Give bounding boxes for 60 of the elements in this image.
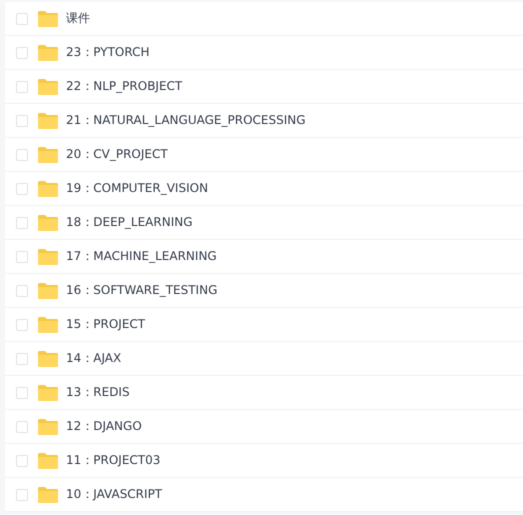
checkbox[interactable] xyxy=(16,80,28,92)
file-row[interactable]: 12：DJANGO xyxy=(5,410,523,444)
folder-icon xyxy=(38,10,58,26)
checkbox[interactable] xyxy=(16,488,28,500)
folder-icon xyxy=(38,180,58,196)
folder-icon xyxy=(38,384,58,400)
folder-icon xyxy=(38,214,58,230)
folder-name: 13：REDIS xyxy=(66,384,130,401)
file-row[interactable]: 15：PROJECT xyxy=(5,308,523,342)
checkbox[interactable] xyxy=(16,284,28,296)
folder-name: 23：PYTORCH xyxy=(66,44,150,61)
file-row[interactable]: 16：SOFTWARE_TESTING xyxy=(5,274,523,308)
folder-name: 15：PROJECT xyxy=(66,316,146,333)
file-row[interactable]: 18：DEEP_LEARNING xyxy=(5,206,523,240)
folder-icon xyxy=(38,146,58,162)
file-row[interactable]: 22：NLP_PROBJECT xyxy=(5,70,523,104)
folder-name: 20：CV_PROJECT xyxy=(66,146,168,163)
folder-icon xyxy=(38,248,58,264)
file-row[interactable]: 19：COMPUTER_VISION xyxy=(5,172,523,206)
folder-name: 18：DEEP_LEARNING xyxy=(66,214,193,231)
checkbox[interactable] xyxy=(16,454,28,466)
folder-icon xyxy=(38,350,58,366)
folder-name: 14：AJAX xyxy=(66,350,122,367)
checkbox[interactable] xyxy=(16,182,28,194)
folder-name: 22：NLP_PROBJECT xyxy=(66,78,182,95)
folder-name: 11：PROJECT03 xyxy=(66,452,160,469)
folder-icon xyxy=(38,78,58,94)
checkbox[interactable] xyxy=(16,216,28,228)
folder-name: 21：NATURAL_LANGUAGE_PROCESSING xyxy=(66,112,306,129)
folder-name: 19：COMPUTER_VISION xyxy=(66,180,208,197)
file-row[interactable]: 课件 xyxy=(5,2,523,36)
folder-name: 12：DJANGO xyxy=(66,418,142,435)
folder-icon xyxy=(38,282,58,298)
file-row[interactable]: 17：MACHINE_LEARNING xyxy=(5,240,523,274)
folder-name: 10：JAVASCRIPT xyxy=(66,486,162,503)
file-row[interactable]: 14：AJAX xyxy=(5,342,523,376)
folder-name: 17：MACHINE_LEARNING xyxy=(66,248,217,265)
file-row[interactable]: 20：CV_PROJECT xyxy=(5,138,523,172)
checkbox[interactable] xyxy=(16,114,28,126)
checkbox[interactable] xyxy=(16,46,28,58)
folder-icon xyxy=(38,44,58,60)
file-row[interactable]: 13：REDIS xyxy=(5,376,523,410)
checkbox[interactable] xyxy=(16,148,28,160)
file-row[interactable]: 21：NATURAL_LANGUAGE_PROCESSING xyxy=(5,104,523,138)
checkbox[interactable] xyxy=(16,420,28,432)
checkbox[interactable] xyxy=(16,12,28,24)
folder-name: 16：SOFTWARE_TESTING xyxy=(66,282,218,299)
file-row[interactable]: 23：PYTORCH xyxy=(5,36,523,70)
folder-icon xyxy=(38,452,58,468)
folder-name: 课件 xyxy=(66,10,90,27)
folder-icon xyxy=(38,112,58,128)
checkbox[interactable] xyxy=(16,318,28,330)
checkbox[interactable] xyxy=(16,250,28,262)
folder-icon xyxy=(38,316,58,332)
file-row[interactable]: 11：PROJECT03 xyxy=(5,444,523,478)
folder-icon xyxy=(38,418,58,434)
checkbox[interactable] xyxy=(16,352,28,364)
file-row[interactable]: 10：JAVASCRIPT xyxy=(5,478,523,512)
checkbox[interactable] xyxy=(16,386,28,398)
folder-icon xyxy=(38,486,58,502)
